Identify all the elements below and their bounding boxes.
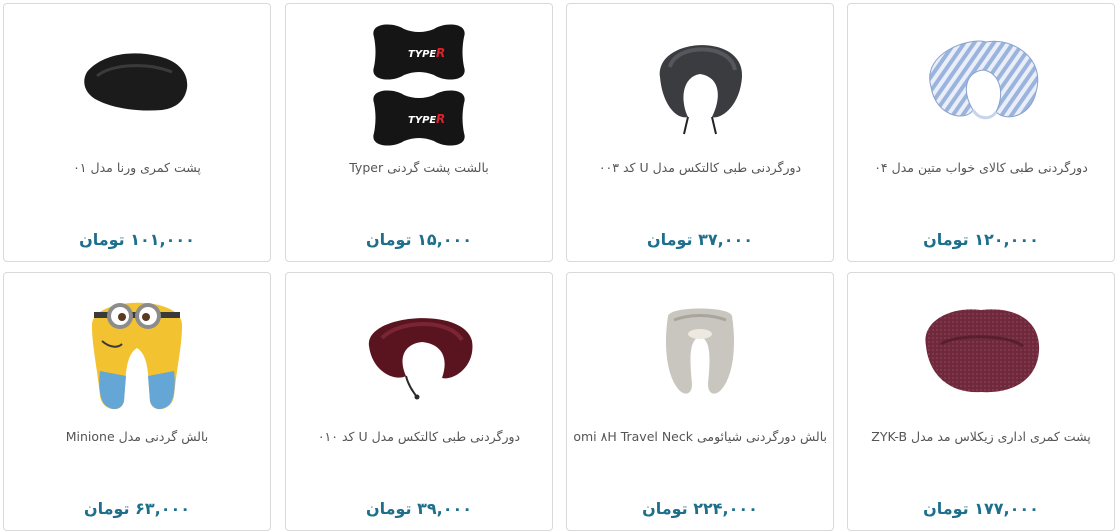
- product-price: ۶۳,۰۰۰ تومان: [83, 499, 191, 518]
- product-price: ۱۷۷,۰۰۰ تومان: [923, 499, 1039, 518]
- product-card[interactable]: دورگردنی طبی کالتکس مدل U کد ۰۱۰ ۳۹,۰۰۰ …: [285, 272, 553, 531]
- product-card[interactable]: پشت کمری ورنا مدل ۰۱ ۱۰۱,۰۰۰ تومان: [3, 3, 271, 262]
- grey-travel-pillow-icon[interactable]: [567, 281, 833, 421]
- svg-text:TYPE: TYPE: [408, 115, 436, 126]
- product-price: ۱۲۰,۰۰۰ تومان: [923, 230, 1039, 249]
- product-card[interactable]: بالش گردنی مدل Minione ۶۳,۰۰۰ تومان: [3, 272, 271, 531]
- product-price: ۱۰۱,۰۰۰ تومان: [79, 230, 195, 249]
- svg-text:R: R: [436, 112, 445, 126]
- product-card[interactable]: بالش دورگردنی شیائومی Xiaomi ۸H Travel N…: [566, 272, 834, 531]
- product-card[interactable]: TYPE R TYPE R بالشت پشت گردنی Typer ۱۵,۰…: [285, 3, 553, 262]
- product-price: ۲۲۴,۰۰۰ تومان: [642, 499, 758, 518]
- svg-text:R: R: [436, 46, 445, 60]
- product-name[interactable]: بالشت پشت گردنی Typer: [292, 160, 546, 175]
- product-name[interactable]: بالش دورگردنی شیائومی Xiaomi ۸H Travel N…: [573, 429, 827, 444]
- typer-headrest-icon[interactable]: TYPE R TYPE R: [286, 12, 552, 152]
- product-grid: دورگردنی طبی کالای خواب متین مدل ۰۴ ۱۲۰,…: [0, 0, 1119, 531]
- burgundy-neck-pillow-icon[interactable]: [286, 281, 552, 421]
- product-name[interactable]: بالش گردنی مدل Minione: [10, 429, 264, 444]
- black-back-cushion-icon[interactable]: [4, 12, 270, 152]
- product-card[interactable]: دورگردنی طبی کالای خواب متین مدل ۰۴ ۱۲۰,…: [847, 3, 1115, 262]
- product-price: ۱۵,۰۰۰ تومان: [365, 230, 473, 249]
- striped-neck-pillow-icon[interactable]: [848, 12, 1114, 152]
- product-name[interactable]: دورگردنی طبی کالتکس مدل U کد ۰۱۰: [292, 429, 546, 444]
- product-price: ۳۷,۰۰۰ تومان: [646, 230, 754, 249]
- product-card[interactable]: دورگردنی طبی کالتکس مدل U کد ۰۰۳ ۳۷,۰۰۰ …: [566, 3, 834, 262]
- product-name[interactable]: دورگردنی طبی کالای خواب متین مدل ۰۴: [854, 160, 1108, 175]
- minion-neck-pillow-icon[interactable]: [4, 281, 270, 421]
- product-card[interactable]: پشت کمری اداری زیکلاس مد مدل ZYK-B ۱۷۷,۰…: [847, 272, 1115, 531]
- svg-text:TYPE: TYPE: [408, 49, 436, 60]
- product-name[interactable]: پشت کمری ورنا مدل ۰۱: [10, 160, 264, 175]
- product-name[interactable]: پشت کمری اداری زیکلاس مد مدل ZYK-B: [854, 429, 1108, 444]
- product-price: ۳۹,۰۰۰ تومان: [365, 499, 473, 518]
- dark-neck-pillow-icon[interactable]: [567, 12, 833, 152]
- product-name[interactable]: دورگردنی طبی کالتکس مدل U کد ۰۰۳: [573, 160, 827, 175]
- maroon-seat-cushion-icon[interactable]: [848, 281, 1114, 421]
